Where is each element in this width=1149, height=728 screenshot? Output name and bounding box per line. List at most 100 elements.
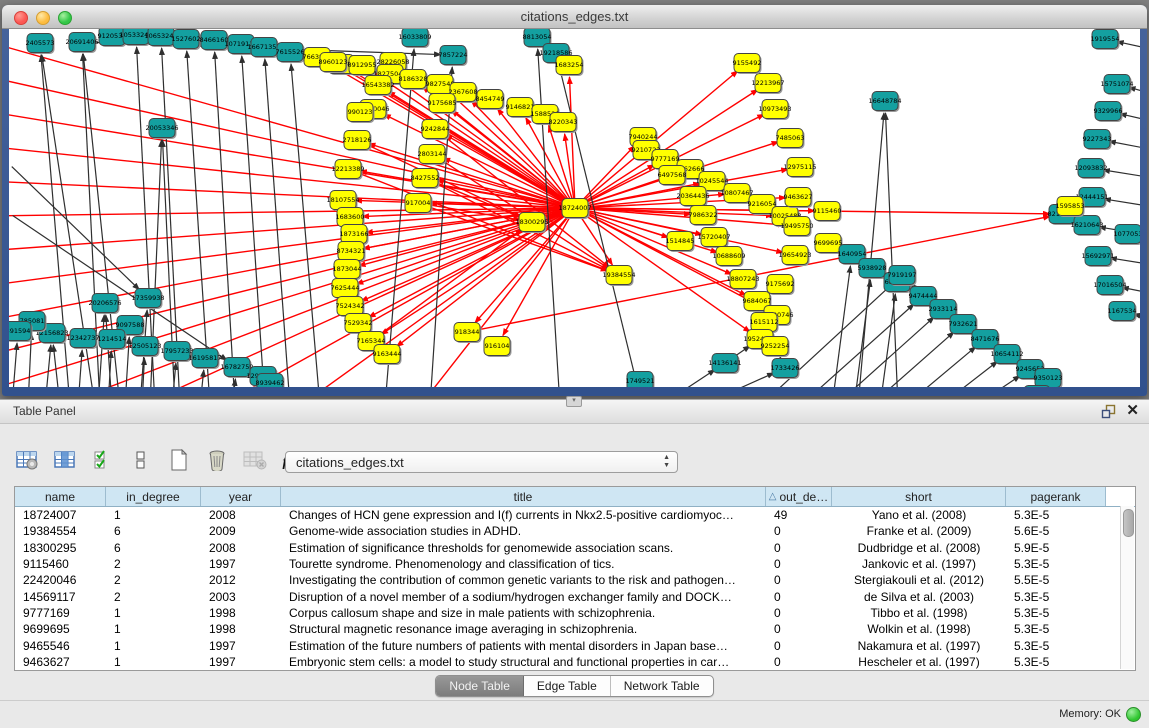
graph-node[interactable]: 7625444	[331, 279, 360, 300]
table-cell[interactable]: 2	[106, 590, 201, 604]
rows-button[interactable]	[128, 449, 154, 475]
table-cell[interactable]: 2003	[201, 590, 281, 604]
table-cell[interactable]: Estimation of the future numbers of pati…	[281, 639, 766, 653]
graph-node[interactable]: 8220343	[549, 113, 578, 134]
tab-edge-table[interactable]: Edge Table	[524, 676, 611, 696]
table-select-dropdown[interactable]: citations_edges.txt ▲▼	[285, 451, 678, 473]
table-cell[interactable]: 5.3E-5	[1006, 606, 1106, 620]
column-header-title[interactable]: title	[281, 487, 766, 506]
table-cell[interactable]: 18300295	[15, 541, 106, 555]
graph-node[interactable]: 10688609	[712, 247, 745, 268]
table-cell[interactable]: 2009	[201, 524, 281, 538]
graph-node[interactable]: 16210643	[1070, 216, 1103, 237]
table-scrollbar-thumb[interactable]	[1123, 509, 1134, 537]
graph-node[interactable]: 918344	[454, 323, 482, 344]
table-cell[interactable]: 5.6E-5	[1006, 524, 1106, 538]
table-cell[interactable]: 0	[766, 622, 832, 636]
table-cell[interactable]: 1	[106, 622, 201, 636]
graph-node[interactable]: 8960123	[319, 53, 348, 74]
table-cell[interactable]: Tourette syndrome. Phenomenology and cla…	[281, 557, 766, 571]
column-header-short[interactable]: short	[832, 487, 1006, 506]
table-row[interactable]: 946554611997Estimation of the future num…	[15, 637, 1135, 653]
table-cell[interactable]: 18724007	[15, 508, 106, 522]
table-cell[interactable]: 14569117	[15, 590, 106, 604]
graph-node[interactable]: 12093832	[1074, 159, 1107, 180]
trash-button[interactable]	[204, 449, 230, 475]
graph-node[interactable]: 9242844	[421, 120, 450, 141]
table-cell[interactable]: 1997	[201, 639, 281, 653]
table-cell[interactable]: de Silva et al. (2003)	[832, 590, 1006, 604]
checklist-button[interactable]	[90, 449, 116, 475]
graph-node[interactable]: 9463627	[784, 188, 813, 209]
graph-node[interactable]: 16648784	[868, 92, 901, 113]
table-cell[interactable]: Embryonic stem cells: a model to study s…	[281, 655, 766, 669]
column-header-in-degree[interactable]: in_degree	[106, 487, 201, 506]
graph-node[interactable]: 9115460	[813, 202, 842, 223]
table-cell[interactable]: Estimation of significance thresholds fo…	[281, 541, 766, 555]
table-cell[interactable]: 9465546	[15, 639, 106, 653]
graph-node[interactable]: 7485063	[776, 129, 805, 150]
table-cell[interactable]: 1998	[201, 622, 281, 636]
graph-node[interactable]: 8924502	[1023, 386, 1052, 388]
table-cell[interactable]: 0	[766, 524, 832, 538]
graph-node[interactable]: 8939462	[256, 374, 285, 388]
graph-node[interactable]: 15720407	[697, 228, 730, 249]
table-cell[interactable]: 2	[106, 573, 201, 587]
table-cell[interactable]: 0	[766, 639, 832, 653]
table-cell[interactable]: 1998	[201, 606, 281, 620]
graph-node[interactable]: 18724007	[558, 199, 591, 220]
graph-node[interactable]: 8427552	[411, 169, 440, 190]
graph-node[interactable]: 1527602	[172, 30, 201, 51]
column-header-year[interactable]: year	[201, 487, 281, 506]
graph-node[interactable]: 916104	[484, 337, 512, 358]
table-cell[interactable]: 9699695	[15, 622, 106, 636]
graph-node[interactable]: 15692971	[1081, 247, 1114, 268]
table-cell[interactable]: 2008	[201, 508, 281, 522]
float-window-icon[interactable]	[1101, 404, 1116, 419]
graph-node[interactable]: 391594	[9, 322, 33, 343]
graph-node[interactable]: 12342737	[66, 329, 99, 350]
graph-node[interactable]: 14136141	[708, 354, 741, 375]
graph-node[interactable]: 2405573	[26, 34, 55, 55]
graph-node[interactable]: 9252254	[761, 337, 790, 358]
graph-node[interactable]: 20364436	[676, 187, 709, 208]
graph-node[interactable]: 12975115	[783, 158, 816, 179]
table-cell[interactable]: Stergiakouli et al. (2012)	[832, 573, 1006, 587]
table-cell[interactable]: Hescheler et al. (1997)	[832, 655, 1006, 669]
graph-node[interactable]: 990123	[347, 103, 375, 124]
table-cell[interactable]: Investigating the contribution of common…	[281, 573, 766, 587]
graph-node[interactable]: 917004	[405, 194, 433, 215]
graph-node[interactable]: 16033809	[398, 29, 431, 48]
table-cell[interactable]: 5.9E-5	[1006, 541, 1106, 555]
table-cell[interactable]: 1997	[201, 655, 281, 669]
graph-node[interactable]: 9350123	[1034, 369, 1063, 388]
table-row[interactable]: 2242004622012Investigating the contribut…	[15, 572, 1135, 588]
graph-node[interactable]: 17016504	[1093, 276, 1126, 297]
graph-node[interactable]: 12213967	[751, 74, 784, 95]
table-row[interactable]: 969969511998Structural magnetic resonanc…	[15, 621, 1135, 637]
table-cell[interactable]: 49	[766, 508, 832, 522]
table-cell[interactable]: 0	[766, 590, 832, 604]
graph-node[interactable]: 1683254	[555, 56, 584, 77]
table-cell[interactable]: 5.3E-5	[1006, 655, 1106, 669]
graph-node[interactable]: 6497568	[658, 166, 687, 187]
graph-node[interactable]: 19495750	[780, 217, 813, 238]
table-cell[interactable]: 5.3E-5	[1006, 622, 1106, 636]
table-cell[interactable]: 5.3E-5	[1006, 557, 1106, 571]
table-row[interactable]: 1872400712008Changes of HCN gene express…	[15, 507, 1135, 523]
table-cell[interactable]: Jankovic et al. (1997)	[832, 557, 1006, 571]
column-header-name[interactable]: name	[15, 487, 106, 506]
graph-node[interactable]: 9227343	[1083, 130, 1112, 151]
table-cell[interactable]: Structural magnetic resonance image aver…	[281, 622, 766, 636]
table-cell[interactable]: 0	[766, 573, 832, 587]
table-cell[interactable]: 0	[766, 541, 832, 555]
table-row[interactable]: 911546021997Tourette syndrome. Phenomeno…	[15, 556, 1135, 572]
table-cell[interactable]: 1	[106, 508, 201, 522]
graph-node[interactable]: 1733426	[771, 359, 800, 380]
table-cell[interactable]: Changes of HCN gene expression and I(f) …	[281, 508, 766, 522]
table-cell[interactable]: Yano et al. (2008)	[832, 508, 1006, 522]
new-document-button[interactable]	[166, 449, 192, 475]
delete-table-button[interactable]	[242, 449, 268, 475]
graph-node[interactable]: 1873044	[333, 260, 362, 281]
graph-node[interactable]: 10973493	[758, 100, 791, 121]
